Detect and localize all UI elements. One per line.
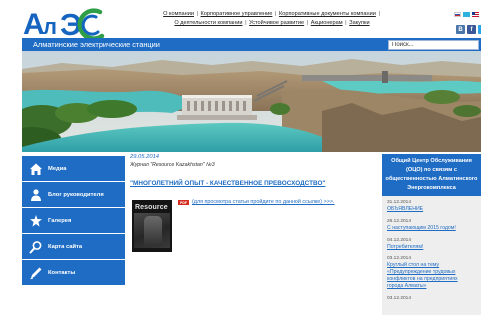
top-navigation: О компании | Корпоративное управление | … (163, 11, 380, 26)
sidebar-item-label: Медиа (48, 165, 67, 172)
sidebar-item-label: Контакты (48, 269, 76, 276)
alesc-logo[interactable]: А л Э (22, 6, 134, 40)
news-date: 03.12.2014 (387, 295, 412, 301)
sidebar-item-sitemap[interactable]: Карта сайта (22, 234, 125, 259)
ru-flag-icon[interactable] (454, 12, 461, 17)
news-link[interactable]: ОБЪЯВЛЕНИЕ (387, 206, 475, 213)
sidebar-item-contacts[interactable]: Контакты (22, 260, 125, 285)
nav-link-corporate-documents[interactable]: Корпоративные документы компании (279, 11, 376, 17)
search-input[interactable] (388, 39, 479, 50)
nav-link-procurement[interactable]: Закупки (349, 20, 369, 26)
sidebar-item-label: Галерея (48, 217, 72, 224)
magazine-cover-image[interactable]: Resource (132, 200, 172, 252)
news-link[interactable]: С наступающим 2015 годом! (387, 225, 475, 232)
main-content: 29.05.2014 Журнал "Resource Kazakhstan" … (130, 154, 370, 252)
svg-text:А: А (23, 8, 45, 40)
svg-text:л: л (43, 14, 57, 39)
kz-flag-icon[interactable] (463, 12, 470, 17)
site-title: Алматинские электрические станции (33, 40, 160, 49)
news-link[interactable]: Круглый стол на тему «Предупреждение тру… (387, 262, 475, 289)
sidebar-item-gallery[interactable]: Галерея (22, 208, 125, 233)
vk-icon[interactable]: В (456, 25, 465, 34)
nav-link-sustainability[interactable]: Устойчивое развитие (249, 20, 304, 26)
news-list: 31.12.2014 ОБЪЯВЛЕНИЕ 26.12.2014 С насту… (382, 196, 481, 302)
article-source: Журнал "Resource Kazakhstan" №3 (130, 162, 215, 168)
hero-hydro-station-image (22, 51, 481, 152)
sidebar-item-media[interactable]: Медиа (22, 156, 125, 181)
list-item: 03.12.2014 (387, 296, 475, 302)
nav-link-about-company[interactable]: О компании (163, 11, 194, 17)
news-panel-header[interactable]: Общий Центр Обслуживания (ОЦО) по связям… (382, 154, 481, 196)
cover-figure (144, 216, 162, 246)
news-panel: Общий Центр Обслуживания (ОЦО) по связям… (382, 154, 481, 315)
sidebar-item-blog[interactable]: Блог руководителя (22, 182, 125, 207)
gallery-icon (26, 211, 46, 231)
news-link[interactable]: Потребителям! (387, 244, 475, 251)
nav-link-corporate-governance[interactable]: Корпоративное управление (201, 11, 273, 17)
list-item: 04.12.2014 Потребителям! (387, 238, 475, 251)
sidebar-menu: Медиа Блог руководителя Галерея Карта са… (22, 156, 125, 286)
en-flag-icon[interactable] (472, 12, 479, 17)
list-item: 31.12.2014 ОБЪЯВЛЕНИЕ (387, 200, 475, 213)
site-title-bar: Алматинские электрические станции (22, 38, 481, 51)
list-item: 03.12.2014 Круглый стол на тему «Предупр… (387, 256, 475, 289)
language-switcher (454, 12, 479, 17)
article-title-link[interactable]: "МНОГОЛЕТНИЙ ОПЫТ - КАЧЕСТВЕННОЕ ПРЕВОСХ… (130, 180, 370, 187)
social-links: В f t (456, 25, 481, 34)
facebook-icon[interactable]: f (467, 25, 476, 34)
sidebar-item-label: Карта сайта (48, 243, 83, 250)
list-item: 26.12.2014 С наступающим 2015 годом! (387, 219, 475, 232)
article-date: 29.05.2014 (130, 154, 160, 160)
magnifier-icon (26, 237, 46, 257)
sidebar-item-label: Блог руководителя (48, 191, 104, 198)
pdf-icon[interactable]: PDF (178, 200, 189, 205)
nav-link-activities[interactable]: О деятельности компании (174, 20, 242, 26)
cover-title: Resource (135, 204, 168, 211)
article-pdf-link[interactable]: (для просмотра статьи пройдите по данной… (192, 199, 335, 205)
nav-link-shareholders[interactable]: Акционерам (311, 20, 343, 26)
article-body: Resource PDF (для просмотра статьи пройд… (130, 199, 370, 252)
user-icon (26, 185, 46, 205)
home-icon (26, 159, 46, 179)
pen-icon (26, 263, 46, 283)
